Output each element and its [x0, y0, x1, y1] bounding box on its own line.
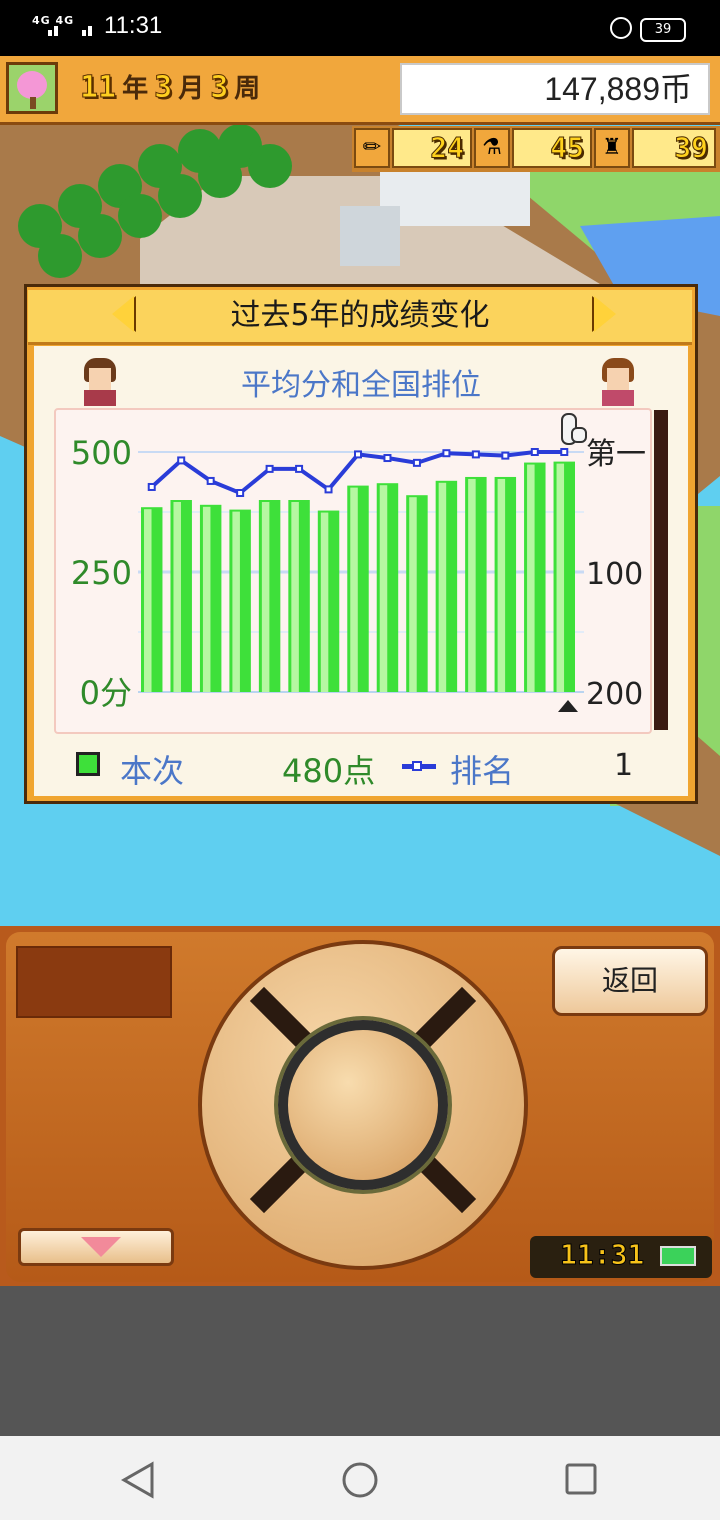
week-value: 3 — [210, 70, 229, 106]
score-bar-highlight — [350, 487, 358, 692]
score-bar-highlight — [261, 502, 270, 692]
back-triangle-icon[interactable] — [118, 1460, 158, 1500]
rank-point — [530, 448, 539, 456]
trophy-icon: ♜ — [594, 128, 630, 168]
battery-icon — [660, 1246, 696, 1266]
month-value: 3 — [154, 70, 173, 106]
pencil-icon: ✏ — [354, 128, 390, 168]
rank-point — [471, 450, 480, 459]
rank-point — [206, 476, 215, 485]
battery-indicator: 39 — [640, 18, 686, 42]
rank-point — [236, 489, 245, 498]
down-arrow-icon — [81, 1237, 121, 1257]
year-unit: 年 — [122, 74, 149, 104]
controller-screen-slot — [16, 946, 172, 1018]
rank-point — [354, 450, 362, 459]
legend-rank-value: 1 — [614, 748, 634, 783]
rank-point — [501, 451, 510, 460]
legend-current-value: 480点 — [282, 752, 376, 790]
score-bar-highlight — [144, 509, 152, 692]
home-circle-icon[interactable] — [340, 1460, 380, 1500]
recents-square-icon[interactable] — [562, 1460, 602, 1500]
rank-point — [177, 456, 186, 465]
rank-point — [324, 485, 333, 494]
score-bar-highlight — [409, 497, 417, 692]
rank-marker-icon — [558, 700, 578, 712]
left-axis-tick: 250 — [71, 554, 132, 592]
game-clock: 11:31 — [559, 1238, 645, 1272]
score-rank-chart: 0分 250 500 200 100 第一 — [71, 413, 646, 712]
right-axis-tick: 200 — [586, 677, 643, 712]
cherry-tree-icon[interactable] — [6, 62, 58, 114]
left-axis-tick: 500 — [71, 434, 132, 472]
score-bar-highlight — [173, 502, 181, 692]
legend-current-swatch-icon — [76, 752, 100, 776]
score-bar-highlight — [202, 506, 211, 692]
rank-point — [412, 458, 421, 467]
rank-point — [265, 464, 274, 473]
alarm-clock-icon — [610, 17, 632, 39]
score-bar-highlight — [232, 511, 240, 692]
chart-scrollbar[interactable] — [654, 410, 668, 730]
rank-point — [560, 448, 569, 456]
score-bar-highlight — [468, 478, 476, 692]
rank-point — [442, 449, 451, 458]
chart-subtitle: 平均分和全国排位 — [241, 368, 481, 403]
collapse-button[interactable] — [18, 1228, 174, 1266]
stat-study-value: 24 — [392, 128, 472, 168]
rank-point — [147, 482, 156, 491]
stat-science-value: 45 — [512, 128, 592, 168]
left-axis-tick: 0分 — [80, 674, 132, 712]
legend-current-label: 本次 — [120, 752, 185, 790]
prev-page-arrow-icon[interactable] — [112, 296, 134, 332]
score-bar-highlight — [291, 502, 299, 692]
right-axis-tick: 第一 — [586, 437, 646, 472]
status-bar: 4G 4G 11:31 39 — [0, 0, 720, 56]
month-unit: 月 — [178, 74, 205, 104]
score-bar-highlight — [497, 478, 506, 692]
rank-point — [383, 454, 392, 463]
score-bar-highlight — [556, 463, 565, 692]
next-page-arrow-icon[interactable] — [594, 296, 616, 332]
game-date: 11 年 3 月 3 周 — [79, 68, 261, 118]
return-button[interactable]: 返回 — [552, 946, 708, 1016]
money-display: 147,889币 — [400, 63, 710, 115]
right-axis-tick: 100 — [586, 557, 643, 592]
score-bar-highlight — [379, 485, 388, 692]
flask-icon: ⚗ — [474, 128, 510, 168]
status-time: 11:31 — [104, 12, 163, 39]
year-value: 11 — [79, 70, 117, 106]
dpad-center-button[interactable] — [278, 1020, 448, 1190]
score-bar-highlight — [320, 512, 329, 692]
stat-sports-value: 39 — [632, 128, 716, 168]
rank-point — [295, 464, 304, 473]
week-unit: 周 — [234, 74, 261, 104]
legend-rank-label: 排名 — [450, 752, 515, 790]
score-bar-highlight — [438, 482, 447, 692]
score-bar-highlight — [527, 464, 535, 692]
legend-rank-marker-icon — [412, 761, 422, 771]
pointer-hand-icon — [561, 413, 587, 445]
